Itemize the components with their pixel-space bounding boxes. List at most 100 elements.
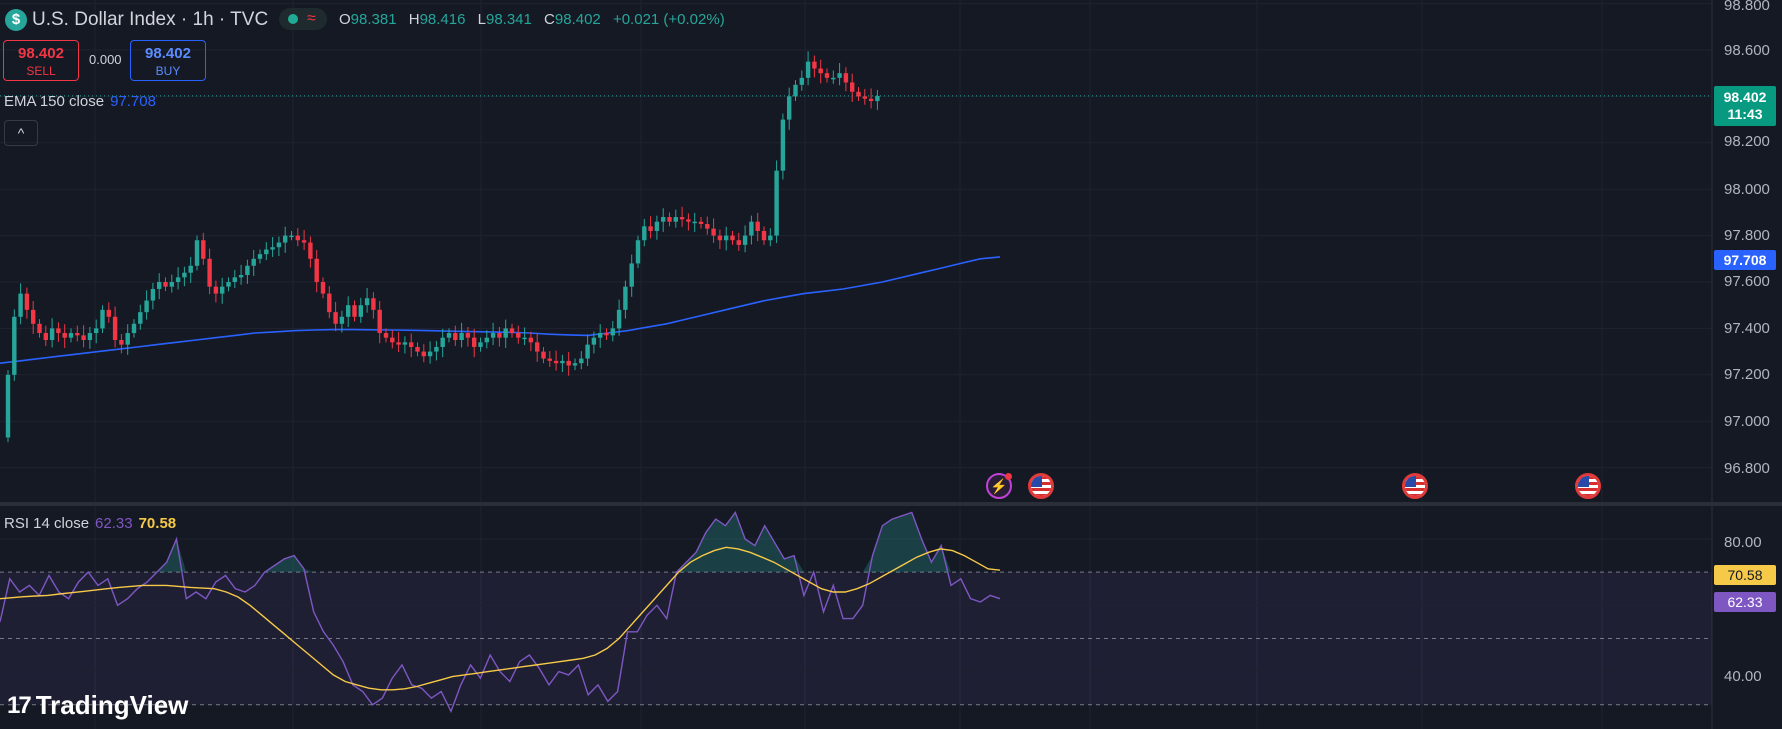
candle-up — [642, 226, 647, 241]
candle-up — [427, 351, 433, 357]
market-status-pill[interactable]: ≈ — [279, 8, 327, 30]
candle-down — [383, 333, 389, 338]
candle-down — [320, 282, 326, 294]
candle-up — [616, 309, 622, 329]
candle-down — [497, 333, 502, 338]
candle-down — [112, 316, 118, 340]
candle-down — [371, 298, 376, 310]
candle-down — [396, 342, 401, 345]
candle-up — [238, 275, 244, 278]
candle-down — [850, 82, 855, 92]
candle-up — [264, 249, 269, 255]
candle-up — [434, 346, 439, 352]
candle-down — [75, 333, 80, 336]
candle-up — [572, 363, 578, 366]
candle-up — [283, 235, 288, 243]
last-price-tag: 98.402 11:43 — [1714, 86, 1776, 126]
candle-down — [717, 235, 723, 241]
collapse-legend-button[interactable]: ^ — [4, 120, 38, 146]
candle-up — [623, 286, 628, 310]
ohlc-readout: O98.381 H98.416 L98.341 C98.402 +0.021 (… — [339, 11, 733, 28]
candle-up — [837, 73, 842, 78]
candle-down — [862, 96, 867, 99]
candle-up — [635, 240, 641, 264]
candle-up — [446, 333, 452, 338]
high-value: 98.416 — [419, 11, 466, 28]
candle-up — [364, 298, 370, 306]
price-tick: 98.200 — [1724, 133, 1770, 150]
candle-up — [5, 374, 11, 438]
open-value: 98.381 — [350, 11, 397, 28]
candle-up — [787, 96, 792, 120]
candle-up — [257, 254, 263, 259]
lightning-icon[interactable]: ⚡ — [986, 473, 1012, 499]
candle-up — [194, 240, 200, 266]
candle-down — [705, 224, 710, 229]
candle-down — [119, 340, 124, 345]
candle-up — [346, 305, 351, 317]
candle-up — [661, 217, 666, 222]
candle-up — [18, 293, 23, 317]
us-flag-icon[interactable] — [1028, 473, 1054, 499]
candle-up — [440, 337, 445, 347]
candle-up — [522, 337, 527, 340]
candle-down — [472, 337, 477, 347]
us-flag-icon[interactable] — [1575, 473, 1601, 499]
candle-up — [49, 328, 55, 340]
buy-price: 98.402 — [145, 45, 191, 62]
candle-down — [295, 235, 300, 241]
candle-down — [711, 228, 716, 236]
candle-up — [232, 277, 237, 282]
brand-name: TradingView — [35, 690, 189, 720]
candle-down — [541, 351, 546, 359]
candle-up — [157, 282, 162, 289]
rsi-legend[interactable]: RSI 14 close 62.33 70.58 — [4, 515, 176, 532]
chart-canvas[interactable] — [0, 0, 1782, 729]
tradingview-logo[interactable]: 17 TradingView — [7, 690, 188, 721]
candle-up — [780, 119, 786, 171]
buy-button[interactable]: 98.402 BUY — [130, 40, 206, 81]
change-value: +0.021 (+0.02%) — [612, 11, 725, 28]
candle-down — [24, 293, 30, 310]
candle-up — [478, 342, 483, 347]
candle-down — [604, 333, 609, 336]
ema-legend[interactable]: EMA 150 close 97.708 — [4, 93, 156, 110]
candle-down — [453, 333, 458, 340]
candle-up — [339, 316, 345, 324]
candle-up — [100, 309, 105, 329]
candle-up — [490, 333, 496, 338]
candle-down — [352, 305, 357, 317]
candle-down — [415, 346, 420, 352]
candle-down — [755, 221, 760, 231]
symbol-title[interactable]: U.S. Dollar Index · 1h · TVC — [32, 9, 268, 31]
candle-down — [106, 309, 111, 317]
candle-down — [62, 333, 67, 338]
candle-down — [553, 360, 559, 364]
price-tick: 98.800 — [1724, 0, 1770, 14]
low-label: L — [477, 11, 486, 28]
buy-label: BUY — [155, 64, 181, 78]
candle-down — [547, 358, 552, 361]
last-price-value: 98.402 — [1723, 89, 1767, 105]
candle-down — [409, 342, 414, 347]
candle-up — [805, 61, 811, 78]
candle-up — [742, 235, 748, 245]
candle-up — [629, 263, 634, 287]
candle-up — [459, 333, 464, 340]
candle-down — [213, 286, 219, 294]
candle-up — [503, 328, 508, 338]
candle-down — [824, 73, 830, 78]
candle-up — [654, 221, 660, 231]
us-flag-icon[interactable] — [1402, 473, 1428, 499]
candle-down — [868, 98, 874, 102]
bar-countdown: 11:43 — [1727, 106, 1763, 122]
candle-up — [138, 312, 143, 324]
candle-up — [12, 316, 17, 375]
candle-down — [465, 333, 471, 338]
market-open-icon — [288, 14, 298, 24]
candle-up — [175, 277, 181, 282]
candle-up — [87, 333, 93, 340]
candle-down — [528, 337, 534, 343]
close-value: 98.402 — [554, 11, 601, 28]
sell-button[interactable]: 98.402 SELL — [3, 40, 79, 81]
